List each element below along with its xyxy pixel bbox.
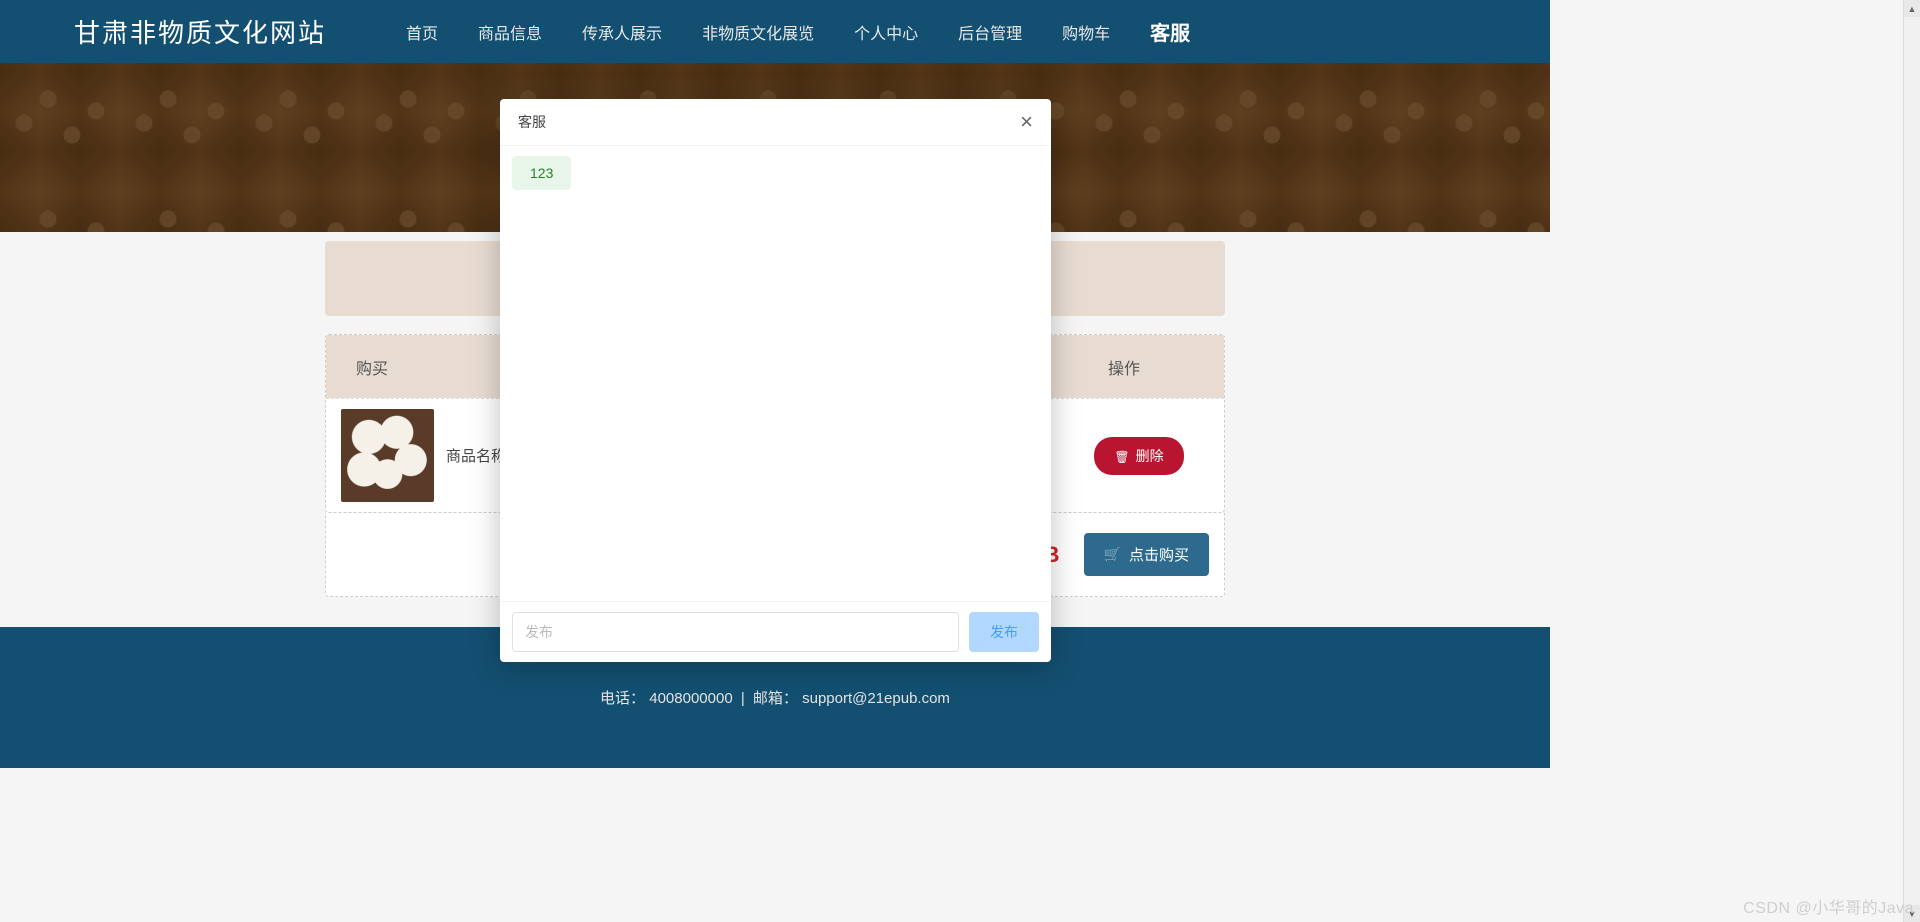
nav-admin[interactable]: 后台管理 xyxy=(938,0,1042,63)
buy-button[interactable]: 点击购买 xyxy=(1084,533,1209,576)
watermark: CSDN @小华哥的Java xyxy=(1743,894,1914,918)
chat-message: 123 xyxy=(512,156,571,190)
message-input[interactable] xyxy=(512,612,959,652)
th-operation: 操作 xyxy=(1054,355,1194,379)
modal-title: 客服 xyxy=(518,112,546,132)
nav-profile[interactable]: 个人中心 xyxy=(834,0,938,63)
nav-service[interactable]: 客服 xyxy=(1130,0,1210,63)
nav-inheritors[interactable]: 传承人展示 xyxy=(562,0,682,63)
nav-products[interactable]: 商品信息 xyxy=(458,0,562,63)
site-header: 甘肃非物质文化网站 首页 商品信息 传承人展示 非物质文化展览 个人中心 后台管… xyxy=(0,0,1550,63)
phone-label: 电话： xyxy=(600,690,645,707)
modal-header: 客服 × xyxy=(500,99,1051,145)
trash-icon xyxy=(1114,448,1129,464)
buy-label: 点击购买 xyxy=(1129,544,1189,565)
nav-home[interactable]: 首页 xyxy=(386,0,458,63)
cart-icon xyxy=(1104,546,1121,563)
divider: | xyxy=(741,690,745,707)
phone-number: 4008000000 xyxy=(649,690,732,707)
operation-cell: 删除 xyxy=(1069,437,1209,475)
modal-footer: 发布 xyxy=(500,602,1051,662)
modal-body[interactable]: 123 xyxy=(500,145,1051,602)
close-icon[interactable]: × xyxy=(1020,111,1033,133)
nav-exhibition[interactable]: 非物质文化展览 xyxy=(682,0,834,63)
email-label: 邮箱： xyxy=(753,690,798,707)
nav-cart[interactable]: 购物车 xyxy=(1042,0,1130,63)
send-button[interactable]: 发布 xyxy=(969,612,1039,652)
product-image xyxy=(341,409,434,502)
email-address: support@21epub.com xyxy=(802,690,950,707)
scroll-up-icon[interactable]: ▲ xyxy=(1904,0,1920,17)
browser-scrollbar[interactable]: ▲ ▼ xyxy=(1903,0,1920,922)
delete-label: 删除 xyxy=(1136,446,1164,466)
customer-service-modal: 客服 × 123 发布 xyxy=(500,99,1051,662)
main-nav: 首页 商品信息 传承人展示 非物质文化展览 个人中心 后台管理 购物车 客服 xyxy=(386,0,1210,63)
delete-button[interactable]: 删除 xyxy=(1094,437,1183,475)
site-title: 甘肃非物质文化网站 xyxy=(74,13,326,50)
